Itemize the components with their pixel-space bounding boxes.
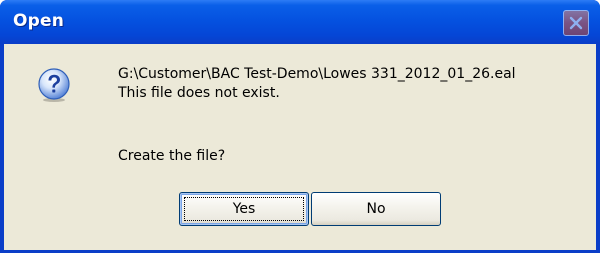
dialog-body: G:\Customer\BAC Test-Demo\Lowes 331_2012…: [4, 44, 596, 250]
yes-button[interactable]: Yes: [179, 192, 309, 226]
message-text: G:\Customer\BAC Test-Demo\Lowes 331_2012…: [118, 65, 516, 103]
close-button[interactable]: [563, 10, 589, 36]
question-icon: [38, 68, 70, 102]
status-text: This file does not exist.: [118, 85, 280, 101]
yes-button-label: Yes: [232, 201, 256, 217]
close-icon: [569, 16, 583, 30]
title-bar[interactable]: Open: [0, 0, 600, 44]
open-dialog: Open G:\Customer\BAC Test-Demo\Lowes 331…: [0, 0, 600, 253]
create-prompt-text: Create the file?: [118, 148, 226, 164]
dialog-title: Open: [13, 11, 65, 31]
file-path-text: G:\Customer\BAC Test-Demo\Lowes 331_2012…: [118, 66, 516, 82]
no-button-label: No: [366, 201, 386, 217]
no-button[interactable]: No: [311, 192, 441, 226]
